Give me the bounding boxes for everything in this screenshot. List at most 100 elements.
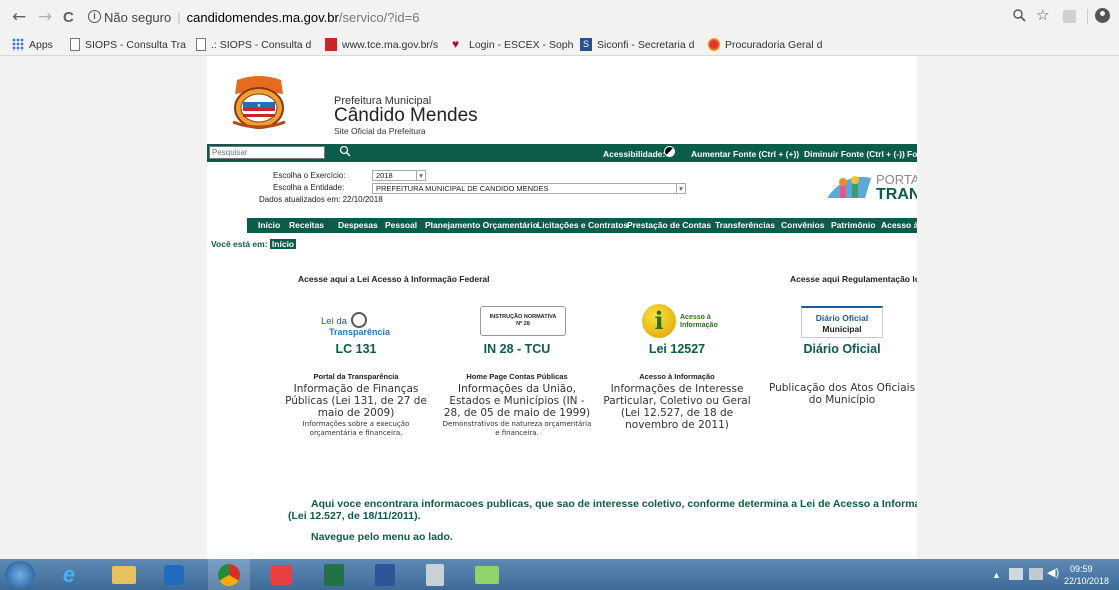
card-description: Informação de Finanças Públicas (Lei 131… <box>285 383 427 419</box>
portal-text-2: TRAN <box>876 186 917 203</box>
tray-arrow-icon[interactable]: ▲ <box>992 570 1001 580</box>
site-container: ★ Prefeitura Municipal Cândido Mendes Si… <box>207 56 917 559</box>
logo-text: Lei da <box>321 316 347 327</box>
magnifier-icon <box>351 312 367 328</box>
word-icon[interactable] <box>364 559 406 590</box>
exercicio-select[interactable]: 2018 ▾ <box>372 170 426 181</box>
menu-item-patrimonio[interactable]: Patrimônio <box>831 220 875 230</box>
bookmark-escex[interactable]: ♥ Login - ESCEX - Soph <box>452 38 573 51</box>
search-input[interactable] <box>209 146 325 159</box>
notes-icon[interactable] <box>466 559 508 590</box>
star-icon[interactable]: ☆ <box>1036 6 1049 24</box>
info-circle-icon: i <box>642 304 676 338</box>
card-subtitle: Home Page Contas Públicas <box>466 372 568 381</box>
bookmark-apps[interactable]: Apps <box>12 38 53 51</box>
bookmark-procuradoria[interactable]: Procuradoria Geral d <box>708 38 822 51</box>
menu-item-receitas[interactable]: Receitas <box>289 220 324 230</box>
ie-icon[interactable]: e <box>48 559 90 590</box>
zoom-icon[interactable] <box>1013 9 1026 22</box>
menu-spacer <box>207 218 247 233</box>
calculator-icon[interactable] <box>414 559 456 590</box>
acesso-informacao-logo: i Acesso à Informação <box>602 302 752 342</box>
contrast-icon[interactable] <box>664 146 675 157</box>
bookmark-siops-1[interactable]: SIOPS - Consulta Tra <box>70 38 186 51</box>
info-paragraph-line1: Aqui voce encontrara informacoes publica… <box>311 498 917 510</box>
card-subtitle: Portal da Transparência <box>313 372 399 381</box>
card-diario-oficial[interactable]: Diário Oficial Municipal Diário Oficial … <box>767 302 917 406</box>
siconfi-icon: S <box>580 38 592 51</box>
back-icon[interactable]: ← <box>12 7 26 27</box>
menu-item-acesso[interactable]: Acesso à <box>881 220 917 230</box>
menu-item-prestacao[interactable]: Prestação de Contas <box>627 220 711 230</box>
clock-date[interactable]: 22/10/2018 <box>1064 576 1109 586</box>
flag-icon[interactable] <box>1009 568 1023 580</box>
chrome-icon[interactable] <box>208 559 250 590</box>
bookmark-siops-2[interactable]: .: SIOPS - Consulta d <box>196 38 311 51</box>
reload-icon[interactable]: C <box>63 9 74 26</box>
entidade-value: PREFEITURA MUNICIPAL DE CANDIDO MENDES <box>376 184 549 193</box>
info-icon[interactable]: i <box>88 10 101 23</box>
clock-time[interactable]: 09:59 <box>1070 564 1093 574</box>
card-title: Diário Oficial <box>803 342 881 356</box>
exercicio-label: Escolha o Exercício: <box>273 171 346 180</box>
bookmark-label: Procuradoria Geral d <box>725 38 823 51</box>
card-in28[interactable]: INSTRUÇÃO NORMATIVA Nº 28 IN 28 - TCU Ho… <box>442 302 592 438</box>
folder-icon[interactable] <box>103 559 145 590</box>
bookmark-label: www.tce.ma.gov.br/s <box>342 38 439 51</box>
apps-icon <box>12 38 24 51</box>
menu-item-pessoal[interactable]: Pessoal <box>385 220 417 230</box>
menu-item-despesas[interactable]: Despesas <box>338 220 378 230</box>
navegue-text: Navegue pelo menu ao lado. <box>311 531 453 543</box>
excel-icon[interactable] <box>313 559 355 590</box>
site-header <box>207 66 917 142</box>
font-increase-link[interactable]: Aumentar Fonte (Ctrl + (+)) <box>691 149 799 159</box>
bookmark-label: Login - ESCEX - Soph <box>469 38 574 51</box>
menu-item-planejamento[interactable]: Planejamento Orçamentário <box>425 220 538 230</box>
forward-icon[interactable]: → <box>38 7 52 27</box>
extension-icon[interactable] <box>1063 10 1076 23</box>
outlook-icon[interactable] <box>153 559 195 590</box>
procuradoria-icon <box>708 38 720 51</box>
profile-icon[interactable] <box>1095 8 1110 23</box>
entidade-select[interactable]: PREFEITURA MUNICIPAL DE CANDIDO MENDES ▾ <box>372 183 686 194</box>
network-icon[interactable] <box>1029 568 1043 580</box>
bookmark-tce[interactable]: www.tce.ma.gov.br/s <box>325 38 438 51</box>
card-lc131[interactable]: Lei da Transparência LC 131 Portal da Tr… <box>281 302 431 438</box>
breadcrumb-current[interactable]: Início <box>269 239 297 249</box>
font-decrease-link[interactable]: Diminuir Fonte (Ctrl + (-)) <box>804 149 905 159</box>
menu-item-convenios[interactable]: Convênios <box>781 220 824 230</box>
logo-text: INSTRUÇÃO NORMATIVA <box>489 314 557 320</box>
page-icon <box>70 38 80 51</box>
snipping-tool-icon[interactable] <box>260 559 302 590</box>
card-note: Informações sobre a execução orçamentári… <box>302 420 410 437</box>
card-lei12527[interactable]: i Acesso à Informação Lei 12527 Acesso à… <box>602 302 752 431</box>
breadcrumb: Você está em: Início <box>211 239 297 249</box>
menu-item-transferencias[interactable]: Transferências <box>715 220 775 230</box>
volume-icon[interactable]: ◀) <box>1047 566 1059 579</box>
bookmark-label: SIOPS - Consulta Tra <box>85 38 186 51</box>
tce-icon <box>325 38 337 51</box>
svg-text:★: ★ <box>257 103 262 109</box>
font-more-link[interactable]: Fo <box>907 149 917 159</box>
search-icon[interactable] <box>339 145 351 157</box>
diario-oficial-logo: Diário Oficial Municipal <box>767 302 917 342</box>
logo-text: Nº 28 <box>516 321 530 327</box>
city-name: Cândido Mendes <box>334 105 478 126</box>
logo-text: Informação <box>680 322 718 329</box>
card-note: Demonstrativos de natureza orçamentária … <box>442 420 592 437</box>
site-subtitle: Site Oficial da Prefeitura <box>334 126 426 136</box>
menu-item-licitacoes[interactable]: Licitações e Contratos <box>537 220 628 230</box>
info-paragraph-line2: (Lei 12.527, de 18/11/2011). <box>288 510 421 522</box>
bookmark-siconfi[interactable]: S Siconfi - Secretaria d <box>580 38 694 51</box>
start-button[interactable] <box>5 561 35 589</box>
logo-text: Acesso à <box>680 314 711 321</box>
menu-item-inicio[interactable]: Início <box>258 220 280 230</box>
chevron-down-icon: ▾ <box>416 171 425 181</box>
url-path: /servico/?id=6 <box>338 10 420 25</box>
card-description: Publicação dos Atos Oficiais do Municípi… <box>768 382 916 406</box>
bookmark-label: Siconfi - Secretaria d <box>597 38 695 51</box>
city-crest-logo: ★ <box>227 72 291 130</box>
address-bar[interactable]: Não seguro | candidomendes.ma.gov.br/servi… <box>104 10 419 25</box>
acesse-federal-heading: Acesse aqui a Lei Acesso à Informação Fe… <box>298 274 490 284</box>
portal-transparencia-icon[interactable] <box>825 168 873 204</box>
